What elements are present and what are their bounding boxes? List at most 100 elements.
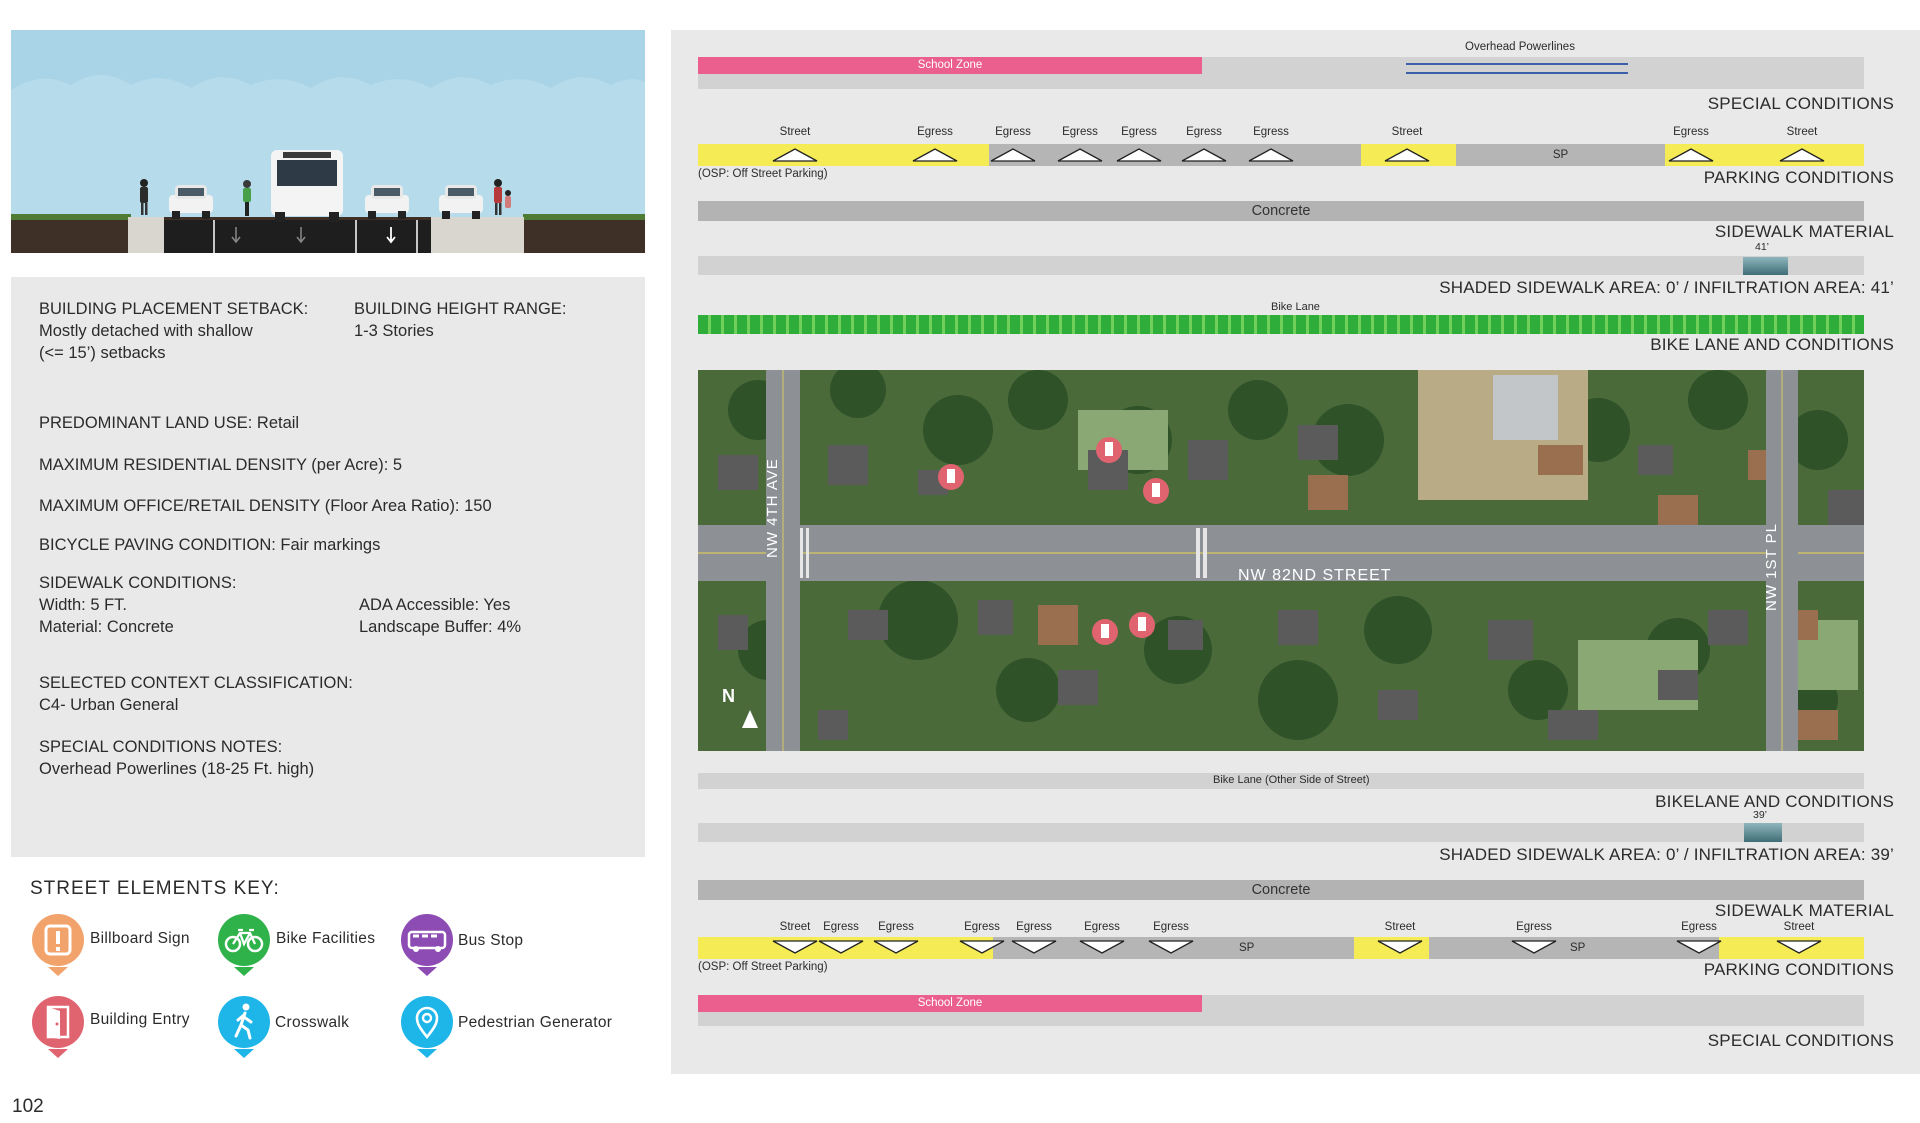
south-concrete-bar: Concrete <box>698 880 1864 900</box>
height-value: 1-3 Stories <box>354 322 434 340</box>
key-label-pedestrian-generator: Pedestrian Generator <box>458 1014 613 1031</box>
north-parking-marker-label: Egress <box>1253 126 1289 138</box>
north-osp-note: (OSP: Off Street Parking) <box>698 168 828 180</box>
south-parking-marker-triangle <box>1079 940 1125 959</box>
north-parking-marker-triangle <box>1248 148 1294 167</box>
south-parking-marker-label: Egress <box>1016 921 1052 933</box>
south-parking-marker-triangle <box>1776 940 1822 959</box>
north-bike-lane-text: Bike Lane <box>1271 301 1320 313</box>
north-parking-marker-label: Egress <box>1121 126 1157 138</box>
south-parking-marker-label: Egress <box>1153 921 1189 933</box>
aerial-map: NW 82ND STREET NW 4TH AVE NW 1ST PL N <box>698 370 1864 751</box>
key-label-bus: Bus Stop <box>458 932 524 949</box>
south-school-zone: School Zone <box>698 995 1202 1012</box>
key-item-bus: Bus Stop <box>400 913 523 984</box>
key-item-crosswalk: Crosswalk <box>217 995 349 1066</box>
south-parking-marker-triangle <box>959 940 1005 959</box>
north-parking-marker-label: Egress <box>1186 126 1222 138</box>
south-parking-marker-label: Egress <box>1516 921 1552 933</box>
north-parking-marker-triangle <box>912 148 958 167</box>
north-shade-value: 41’ <box>1755 241 1770 253</box>
overhead-powerlines-label: Overhead Powerlines <box>1465 41 1575 53</box>
sidewalk-heading: SIDEWALK CONDITIONS: <box>39 574 237 592</box>
bike-icon <box>218 914 270 976</box>
north-bike-lane-bar <box>698 315 1864 334</box>
south-osp-note: (OSP: Off Street Parking) <box>698 961 828 973</box>
sidewalk-left-values: Width: 5 FT. Material: Concrete <box>39 596 174 636</box>
bicycle-paving-condition: BICYCLE PAVING CONDITION: Fair markings <box>39 536 381 554</box>
setback-heading: BUILDING PLACEMENT SETBACK: <box>39 300 309 318</box>
south-parking-sp-1: SP <box>1239 942 1255 954</box>
south-parking-marker-label: Egress <box>823 921 859 933</box>
residential-density: MAXIMUM RESIDENTIAL DENSITY (per Acre): … <box>39 456 403 474</box>
south-parking-marker-label: Street <box>1783 921 1815 933</box>
south-parking-marker-label: Street <box>1384 921 1416 933</box>
street-elements-key-title: STREET ELEMENTS KEY: <box>30 878 280 899</box>
special-notes-heading: SPECIAL CONDITIONS NOTES: <box>39 738 283 756</box>
street-conditions-panel: School Zone Overhead Powerlines SPECIAL … <box>671 30 1920 1074</box>
land-use: PREDOMINANT LAND USE: Retail <box>39 414 300 432</box>
north-parking-marker-label: Egress <box>995 126 1031 138</box>
map-street-right: NW 1ST PL <box>1763 523 1780 611</box>
north-parking-marker-triangle <box>1668 148 1714 167</box>
south-parking-marker-label: Egress <box>1681 921 1717 933</box>
north-parking-gray-1 <box>989 144 1361 166</box>
north-parking-marker-triangle <box>1779 148 1825 167</box>
south-parking-conditions-label: PARKING CONDITIONS <box>1703 960 1894 979</box>
north-school-zone: School Zone <box>698 57 1202 74</box>
south-parking-marker-triangle <box>1511 940 1557 959</box>
north-parking-marker-triangle <box>990 148 1036 167</box>
setback-value: Mostly detached with shallow (<= 15’) se… <box>39 322 253 362</box>
south-parking-sp-2: SP <box>1570 942 1586 954</box>
key-item-building-entry: Building Entry <box>31 995 190 1066</box>
street-section-graphic <box>11 75 645 253</box>
north-concrete-bar: Concrete <box>698 201 1864 221</box>
north-parking-marker-triangle <box>1384 148 1430 167</box>
key-label-billboard: Billboard Sign <box>90 930 190 947</box>
key-label-crosswalk: Crosswalk <box>275 1014 350 1031</box>
south-sidewalk-material-label: SIDEWALK MATERIAL <box>1714 901 1894 920</box>
north-parking-marker-label: Street <box>1391 126 1423 138</box>
north-shade-label: SHADED SIDEWALK AREA: 0’ / INFILTRATION … <box>1439 278 1894 297</box>
sidewalk-right-values: ADA Accessible: Yes Landscape Buffer: 4% <box>359 596 522 636</box>
north-infiltration-area <box>1743 257 1788 275</box>
context-heading: SELECTED CONTEXT CLASSIFICATION: <box>39 674 353 692</box>
street-info-panel: BUILDING PLACEMENT SETBACK: Mostly detac… <box>11 277 645 857</box>
north-parking-marker-label: Street <box>1786 126 1818 138</box>
south-parking-marker-label: Street <box>779 921 811 933</box>
map-street-main: NW 82ND STREET <box>1238 567 1392 584</box>
key-item-bike: Bike Facilities <box>217 913 375 984</box>
south-parking-marker-triangle <box>1011 940 1057 959</box>
key-item-pedestrian-generator: Pedestrian Generator <box>400 995 612 1066</box>
north-parking-marker-label: Egress <box>917 126 953 138</box>
map-street-left: NW 4TH AVE <box>764 458 781 558</box>
aerial-map-graphic <box>698 370 1864 751</box>
south-bike-lane-label: BIKELANE AND CONDITIONS <box>1655 792 1894 811</box>
south-shade-bar <box>698 823 1864 842</box>
south-parking-marker-label: Egress <box>964 921 1000 933</box>
north-parking-sp: SP <box>1456 144 1665 166</box>
north-parking-marker-triangle <box>1116 148 1162 167</box>
north-parking-marker-label: Street <box>779 126 811 138</box>
billboard-sign-icon <box>32 914 84 976</box>
office-retail-density: MAXIMUM OFFICE/RETAIL DENSITY (Floor Are… <box>39 497 492 515</box>
key-item-billboard: Billboard Sign <box>31 913 190 984</box>
north-parking-conditions-label: PARKING CONDITIONS <box>1703 168 1894 187</box>
north-parking-marker-triangle <box>1057 148 1103 167</box>
height-heading: BUILDING HEIGHT RANGE: <box>354 300 567 318</box>
south-shade-value: 39’ <box>1753 809 1768 821</box>
north-parking-marker-label: Egress <box>1062 126 1098 138</box>
key-label-bike: Bike Facilities <box>276 930 376 947</box>
south-parking-marker-label: Egress <box>878 921 914 933</box>
south-parking-marker-triangle <box>1377 940 1423 959</box>
south-parking-marker-triangle <box>1676 940 1722 959</box>
north-parking-marker-label: Egress <box>1673 126 1709 138</box>
north-special-conditions-label: SPECIAL CONDITIONS <box>1707 94 1894 113</box>
south-parking-marker-triangle <box>1148 940 1194 959</box>
south-bike-lane-text: Bike Lane (Other Side of Street) <box>1213 774 1370 786</box>
north-sidewalk-material-label: SIDEWALK MATERIAL <box>1714 222 1894 241</box>
key-label-building-entry: Building Entry <box>90 1011 190 1028</box>
special-notes-value: Overhead Powerlines (18-25 Ft. high) <box>39 760 315 778</box>
south-parking-marker-triangle <box>772 940 818 959</box>
south-infiltration-area <box>1744 823 1782 842</box>
